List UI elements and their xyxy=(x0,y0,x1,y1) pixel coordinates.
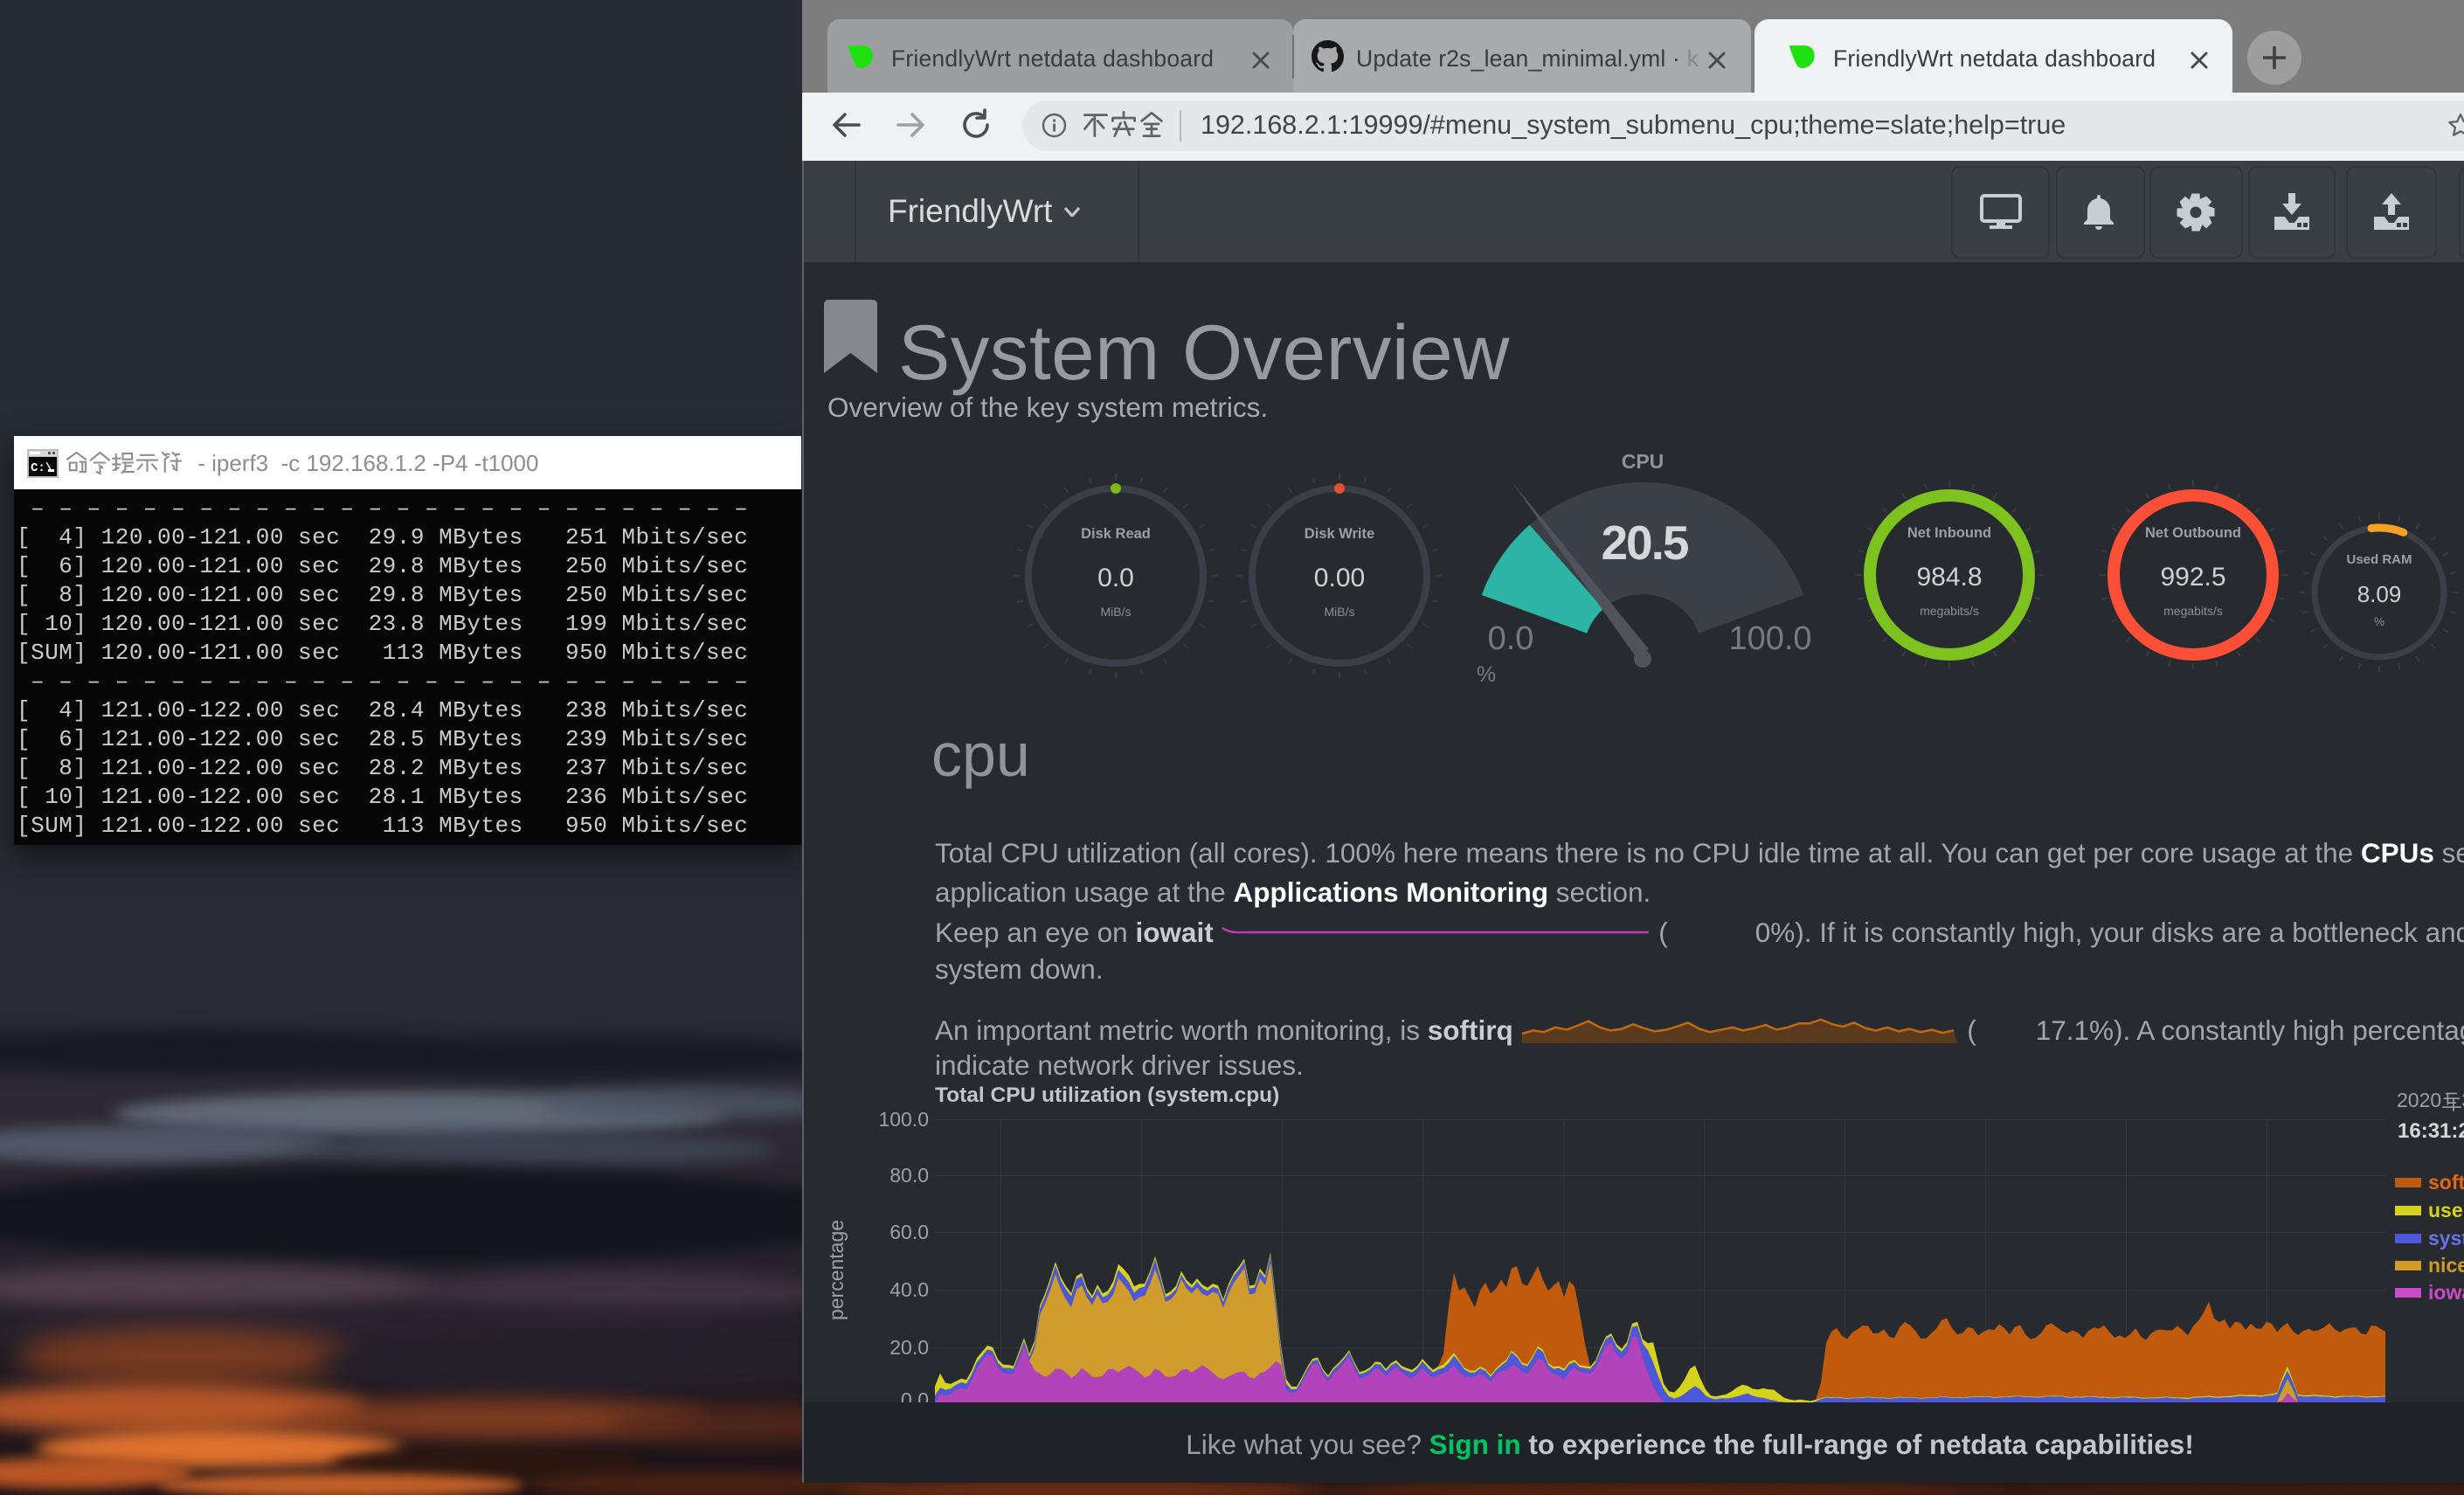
svg-text:megabits/s: megabits/s xyxy=(2163,604,2223,618)
svg-text:20.5: 20.5 xyxy=(1601,516,1688,570)
svg-text:MiB/s: MiB/s xyxy=(1101,605,1132,619)
svg-text:MiB/s: MiB/s xyxy=(1325,605,1355,619)
svg-text:984.8: 984.8 xyxy=(1916,563,1982,592)
svg-text:0.0: 0.0 xyxy=(1488,620,1534,657)
svg-text:%: % xyxy=(1477,662,1496,687)
svg-text:%: % xyxy=(2374,615,2384,628)
svg-text:CPU: CPU xyxy=(1622,450,1665,473)
svg-text:Net Outbound: Net Outbound xyxy=(2145,525,2241,541)
svg-text:Used RAM: Used RAM xyxy=(2346,552,2412,567)
svg-text:Net Inbound: Net Inbound xyxy=(1907,525,1991,541)
svg-text:0.0: 0.0 xyxy=(1097,564,1134,592)
svg-text:0.00: 0.00 xyxy=(1314,564,1365,592)
svg-text:100.0: 100.0 xyxy=(1728,620,1811,657)
svg-text:Disk Read: Disk Read xyxy=(1081,526,1151,542)
svg-text:992.5: 992.5 xyxy=(2160,563,2225,592)
svg-text:Disk Write: Disk Write xyxy=(1305,526,1374,542)
svg-text:megabits/s: megabits/s xyxy=(1920,604,1979,618)
svg-text:8.09: 8.09 xyxy=(2357,581,2402,607)
svg-text:C:\: C:\ xyxy=(31,461,52,475)
